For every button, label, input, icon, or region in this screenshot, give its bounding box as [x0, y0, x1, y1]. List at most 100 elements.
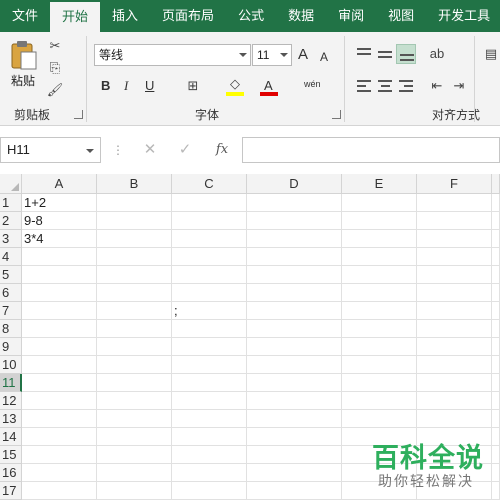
underline-button[interactable]: U — [145, 76, 154, 96]
tab-review[interactable]: 审阅 — [326, 0, 376, 32]
tab-formulas[interactable]: 公式 — [226, 0, 276, 32]
cell-c13[interactable] — [172, 410, 247, 428]
grow-font-button[interactable]: A — [298, 45, 308, 65]
cell-a1[interactable]: 1+2 — [22, 194, 97, 212]
cell-d11[interactable] — [247, 374, 342, 392]
bold-button[interactable]: B — [101, 76, 110, 96]
decrease-indent-icon[interactable]: ⇤ — [428, 78, 446, 94]
cell-b2[interactable] — [97, 212, 172, 230]
cell-filler[interactable] — [492, 410, 500, 428]
cell-f8[interactable] — [417, 320, 492, 338]
cell-f12[interactable] — [417, 392, 492, 410]
cell-c8[interactable] — [172, 320, 247, 338]
cancel-icon[interactable]: ✕ — [138, 137, 162, 163]
tab-data[interactable]: 数据 — [276, 0, 326, 32]
cell-e12[interactable] — [342, 392, 417, 410]
align-top-icon[interactable] — [354, 44, 374, 64]
cell-a7[interactable] — [22, 302, 97, 320]
tab-file[interactable]: 文件 — [0, 0, 50, 32]
row-header-13[interactable]: 13 — [0, 410, 22, 428]
cell-filler[interactable] — [492, 302, 500, 320]
cell-b3[interactable] — [97, 230, 172, 248]
cell-e8[interactable] — [342, 320, 417, 338]
cell-a13[interactable] — [22, 410, 97, 428]
cut-icon[interactable]: ✂ — [46, 38, 64, 54]
tab-view[interactable]: 视图 — [376, 0, 426, 32]
align-right-icon[interactable] — [396, 76, 416, 96]
cell-f1[interactable] — [417, 194, 492, 212]
font-name-select[interactable]: 等线 — [94, 44, 251, 66]
cell-b1[interactable] — [97, 194, 172, 212]
cell-filler[interactable] — [492, 338, 500, 356]
cell-e6[interactable] — [342, 284, 417, 302]
cell-f6[interactable] — [417, 284, 492, 302]
column-header-d[interactable]: D — [247, 174, 342, 194]
cell-d17[interactable] — [247, 482, 342, 500]
cell-a2[interactable]: 9-8 — [22, 212, 97, 230]
cell-d14[interactable] — [247, 428, 342, 446]
column-header-c[interactable]: C — [172, 174, 247, 194]
cell-filler[interactable] — [492, 446, 500, 464]
cell-f2[interactable] — [417, 212, 492, 230]
shrink-font-button[interactable]: A — [320, 47, 328, 67]
cell-a8[interactable] — [22, 320, 97, 338]
cell-f5[interactable] — [417, 266, 492, 284]
column-header-b[interactable]: B — [97, 174, 172, 194]
cell-b8[interactable] — [97, 320, 172, 338]
cell-b16[interactable] — [97, 464, 172, 482]
cell-f11[interactable] — [417, 374, 492, 392]
more-options-icon[interactable]: ⋮ — [106, 137, 130, 163]
cell-c4[interactable] — [172, 248, 247, 266]
cell-a5[interactable] — [22, 266, 97, 284]
cell-a16[interactable] — [22, 464, 97, 482]
cell-d16[interactable] — [247, 464, 342, 482]
row-header-1[interactable]: 1 — [0, 194, 22, 212]
cell-c12[interactable] — [172, 392, 247, 410]
cell-c17[interactable] — [172, 482, 247, 500]
cell-c15[interactable] — [172, 446, 247, 464]
cell-filler[interactable] — [492, 374, 500, 392]
row-header-14[interactable]: 14 — [0, 428, 22, 446]
cell-a4[interactable] — [22, 248, 97, 266]
cell-b10[interactable] — [97, 356, 172, 374]
cell-c9[interactable] — [172, 338, 247, 356]
row-header-9[interactable]: 9 — [0, 338, 22, 356]
cell-c1[interactable] — [172, 194, 247, 212]
cell-a17[interactable] — [22, 482, 97, 500]
cell-b11[interactable] — [97, 374, 172, 392]
cell-a10[interactable] — [22, 356, 97, 374]
format-painter-icon[interactable]: 🖌 — [46, 82, 64, 98]
increase-indent-icon[interactable]: ⇥ — [450, 78, 468, 94]
cell-f10[interactable] — [417, 356, 492, 374]
cell-a3[interactable]: 3*4 — [22, 230, 97, 248]
cell-filler[interactable] — [492, 428, 500, 446]
cell-e7[interactable] — [342, 302, 417, 320]
insert-function-button[interactable]: fx — [210, 137, 234, 163]
row-header-12[interactable]: 12 — [0, 392, 22, 410]
cell-d12[interactable] — [247, 392, 342, 410]
cell-f4[interactable] — [417, 248, 492, 266]
cell-filler[interactable] — [492, 482, 500, 500]
align-bottom-icon[interactable] — [396, 44, 416, 64]
cell-filler[interactable] — [492, 464, 500, 482]
cell-d6[interactable] — [247, 284, 342, 302]
cell-filler[interactable] — [492, 284, 500, 302]
cell-e1[interactable] — [342, 194, 417, 212]
copy-icon[interactable]: ⎘ — [46, 60, 64, 76]
cell-b6[interactable] — [97, 284, 172, 302]
orientation-icon[interactable]: ab — [428, 46, 446, 62]
cell-e2[interactable] — [342, 212, 417, 230]
cell-b5[interactable] — [97, 266, 172, 284]
name-box[interactable]: H11 — [0, 137, 101, 163]
cell-c10[interactable] — [172, 356, 247, 374]
cell-filler[interactable] — [492, 230, 500, 248]
column-header-e[interactable]: E — [342, 174, 417, 194]
row-header-7[interactable]: 7 — [0, 302, 22, 320]
cell-a6[interactable] — [22, 284, 97, 302]
cell-filler[interactable] — [492, 248, 500, 266]
cell-c16[interactable] — [172, 464, 247, 482]
tab-insert[interactable]: 插入 — [100, 0, 150, 32]
cell-e4[interactable] — [342, 248, 417, 266]
cell-d10[interactable] — [247, 356, 342, 374]
cell-d5[interactable] — [247, 266, 342, 284]
